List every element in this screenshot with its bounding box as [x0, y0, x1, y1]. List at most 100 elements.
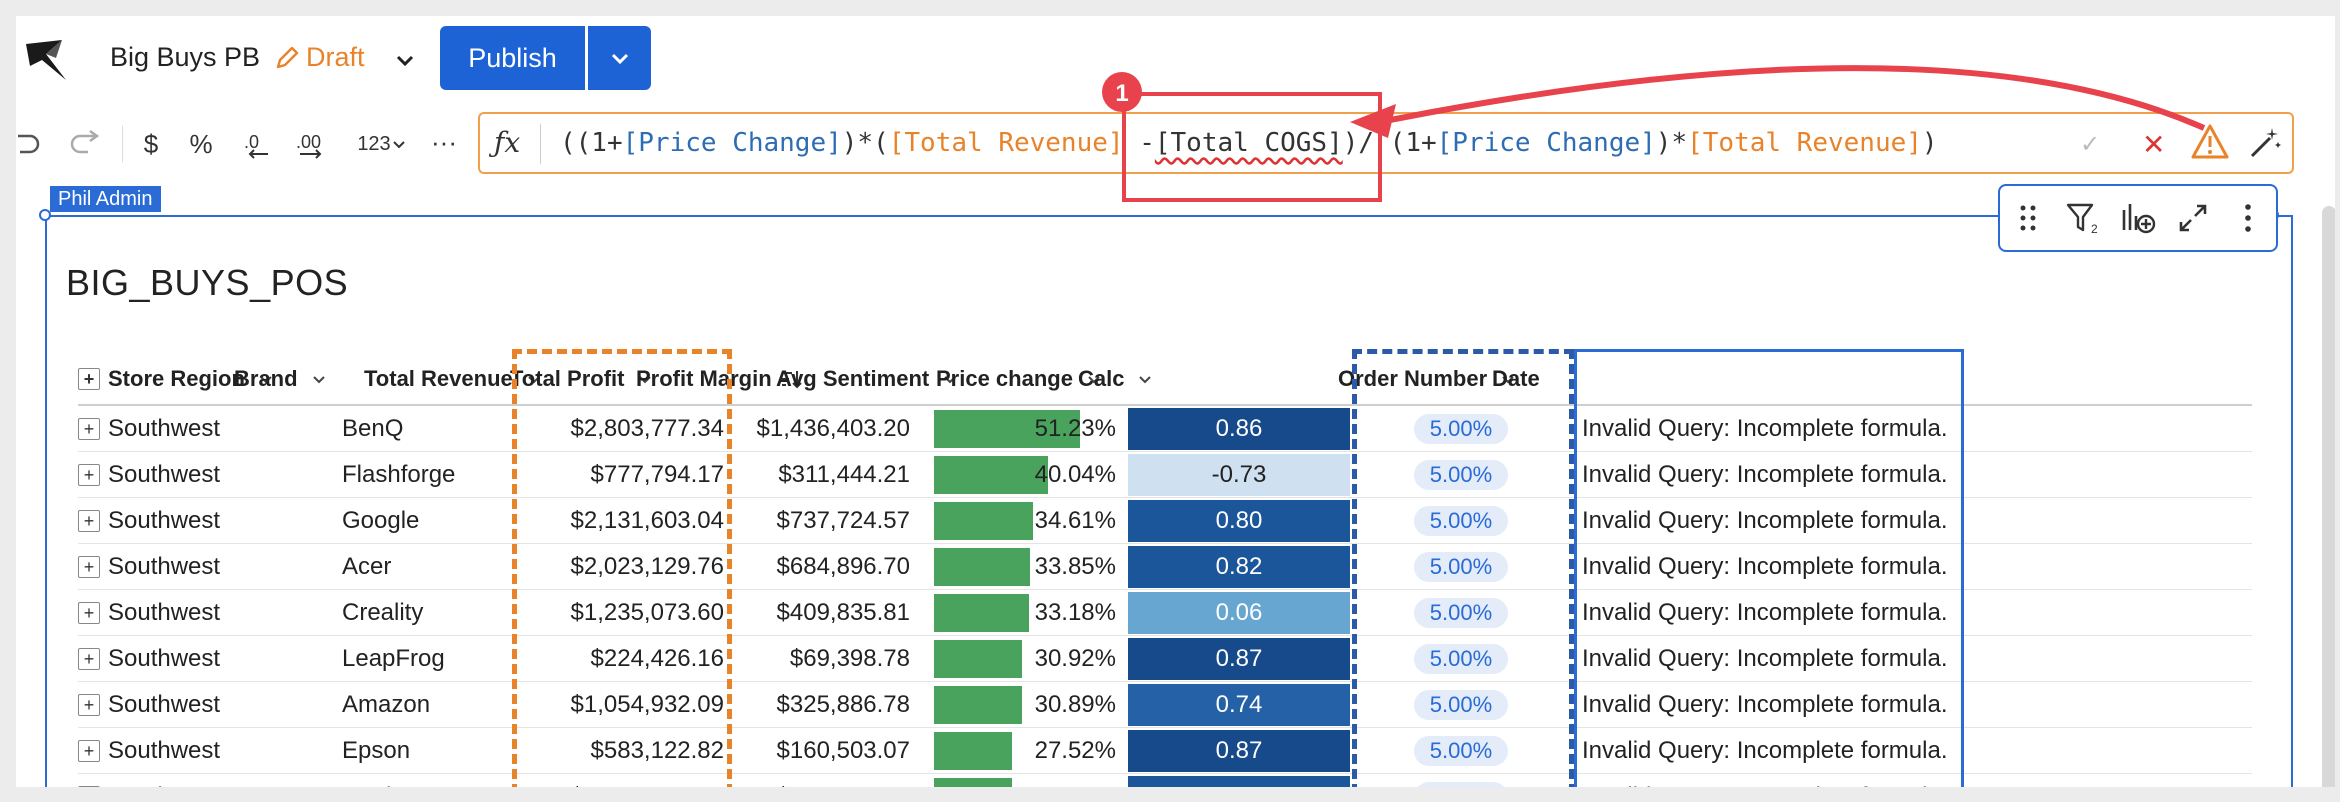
column-header-label: Avg Sentiment: [776, 366, 930, 391]
cell-profit-margin: 30.89%: [934, 682, 1120, 728]
margin-bar: [934, 594, 1029, 632]
cell-store-region: Southwest: [108, 507, 221, 534]
cell-total-profit: $1,436,403.20: [756, 415, 910, 442]
resize-handle[interactable]: [39, 209, 51, 221]
plus-icon[interactable]: +: [78, 368, 100, 390]
redo-icon[interactable]: [66, 128, 100, 158]
formula-bar[interactable]: ƒx ((1+[Price Change])*([Total Revenue] …: [478, 112, 2294, 174]
percent-format-button[interactable]: %: [186, 126, 216, 162]
undo-icon[interactable]: [16, 128, 40, 158]
decrease-decimals-icon[interactable]: .0: [242, 128, 278, 160]
margin-label: 27.52%: [1034, 737, 1116, 764]
expand-row-button[interactable]: +: [78, 682, 104, 728]
more-vertical-icon[interactable]: [2230, 200, 2266, 236]
expand-row-button[interactable]: +: [78, 590, 104, 636]
drag-handle-icon[interactable]: [2010, 200, 2046, 236]
cell-store-region: Southwest: [108, 599, 221, 626]
cell-total-profit: $69,398.78: [789, 645, 910, 672]
expand-row-button[interactable]: +: [78, 406, 104, 452]
expand-icon[interactable]: [2175, 200, 2211, 236]
element-controls: 2: [1998, 184, 2278, 252]
column-header-calc[interactable]: Calc: [1078, 354, 1154, 404]
chevron-down-icon[interactable]: [1136, 370, 1154, 388]
column-header-avg-sentiment[interactable]: Avg Sentiment: [776, 354, 959, 404]
formula-input[interactable]: ((1+[Price Change])*([Total Revenue] -[T…: [560, 128, 1938, 158]
formula-token: ((1+: [560, 128, 623, 158]
chevron-down-icon[interactable]: [310, 370, 328, 388]
cell-avg-sentiment: 0.80: [1128, 500, 1350, 542]
plus-icon: +: [78, 786, 100, 787]
cell-profit-margin: 27.52%: [934, 728, 1120, 774]
draft-status[interactable]: Draft: [274, 42, 365, 73]
formula-token: [Total Revenue]: [888, 128, 1124, 158]
margin-label: 40.04%: [1034, 461, 1116, 488]
expand-row-button[interactable]: +: [78, 544, 104, 590]
chevron-down-icon[interactable]: [390, 46, 420, 76]
formula-token: [Total Revenue]: [1687, 128, 1922, 158]
margin-bar: [934, 548, 1031, 586]
warning-icon[interactable]: [2190, 122, 2230, 162]
expand-row-button[interactable]: +: [78, 774, 104, 787]
more-toolbar-button[interactable]: ···: [426, 124, 462, 160]
app-window: Big Buys PB Draft Publish $ % .0 .00 123…: [16, 16, 2335, 787]
cell-brand: LeapFrog: [342, 645, 445, 672]
increase-decimals-icon[interactable]: .00: [294, 128, 334, 160]
cell-profit-margin: 27.43%: [934, 774, 1120, 787]
checkmark-icon[interactable]: ✓: [2080, 130, 2100, 159]
formula-token: ): [1921, 128, 1938, 158]
cell-total-profit: $684,896.70: [776, 553, 910, 580]
cell-avg-sentiment: 0.87: [1128, 638, 1350, 680]
cell-brand: Flashforge: [342, 461, 456, 488]
expand-row-button[interactable]: +: [78, 636, 104, 682]
add-chart-icon[interactable]: [2120, 200, 2156, 236]
revenue-column-highlight: [512, 349, 732, 787]
column-header-brand[interactable]: Brand: [234, 354, 328, 404]
number-format-label: 123: [357, 132, 391, 155]
plus-icon: +: [78, 510, 100, 532]
user-tag: Phil Admin: [50, 186, 161, 212]
margin-bar: [934, 502, 1033, 540]
column-header-label: Brand: [234, 366, 298, 391]
logo-icon[interactable]: [22, 36, 78, 86]
margin-label: 34.61%: [1034, 507, 1116, 534]
cell-brand: Amazon: [342, 691, 431, 718]
cell-avg-sentiment: 0.87: [1128, 730, 1350, 772]
formula-token: )/ (1+: [1342, 128, 1437, 158]
chevron-down-icon: [392, 141, 405, 149]
calc-column-selection: [1574, 349, 1964, 787]
plus-icon: +: [78, 648, 100, 670]
plus-icon: +: [78, 418, 100, 440]
cell-store-region: Southwest: [108, 415, 221, 442]
cell-profit-margin: 34.61%: [934, 498, 1120, 544]
cell-total-profit: $360,444.98: [738, 774, 910, 787]
magic-wand-icon[interactable]: [2248, 124, 2284, 160]
cell-avg-sentiment: 0.83: [1128, 776, 1350, 787]
publish-options-button[interactable]: [588, 26, 651, 90]
currency-format-button[interactable]: $: [136, 126, 166, 162]
expand-row-button[interactable]: +: [78, 498, 104, 544]
cell-profit-margin: 40.04%: [934, 452, 1120, 498]
margin-bar: [934, 456, 1049, 494]
formula-divider: [540, 124, 541, 164]
cell-total-profit: $409,835.81: [776, 599, 910, 626]
number-format-dropdown[interactable]: 123: [352, 126, 412, 162]
workbook-title[interactable]: Big Buys PB: [110, 42, 260, 73]
cell-store-region: Southwest: [108, 461, 221, 488]
cell-avg-sentiment: 0.86: [1128, 408, 1350, 450]
close-icon[interactable]: ✕: [2142, 128, 2165, 161]
table-title[interactable]: BIG_BUYS_POS: [66, 262, 348, 304]
margin-label: 51.23%: [1034, 415, 1116, 442]
cell-store-region: Southwest: [108, 645, 221, 672]
cell-avg-sentiment: 0.74: [1128, 684, 1350, 726]
filter-icon[interactable]: 2: [2065, 200, 2101, 236]
cell-total-profit: $311,444.21: [778, 461, 910, 488]
margin-label: 27.43%: [1035, 774, 1116, 787]
cell-profit-margin: 30.92%: [934, 636, 1120, 682]
svg-text:.0: .0: [244, 132, 259, 152]
vertical-scrollbar[interactable]: [2322, 206, 2335, 787]
publish-button[interactable]: Publish: [440, 26, 585, 90]
expand-row-button[interactable]: +: [78, 452, 104, 498]
expand-row-button[interactable]: +: [78, 728, 104, 774]
plus-icon: +: [78, 556, 100, 578]
cell-store-region: Southwest: [108, 691, 221, 718]
